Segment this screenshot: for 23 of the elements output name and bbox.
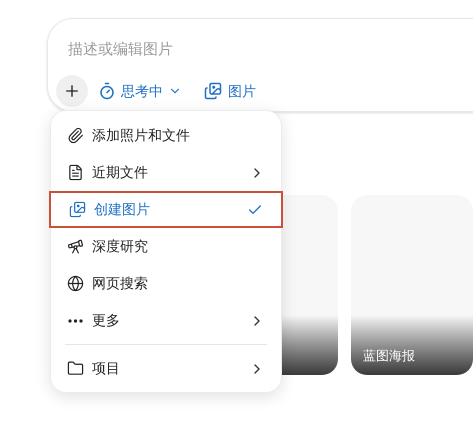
menu-item[interactable]: 添加照片和文件 [51, 117, 281, 154]
add-button[interactable] [56, 75, 88, 107]
plus-icon [63, 82, 81, 100]
images-icon [69, 201, 86, 218]
menu-item[interactable]: 近期文件 [51, 154, 281, 191]
menu-item[interactable]: 更多 [51, 302, 281, 339]
image-tool-button[interactable]: 图片 [204, 80, 256, 102]
menu-item[interactable]: 网页搜索 [51, 265, 281, 302]
card-label: 蓝图海报 [363, 346, 416, 364]
thinking-dropdown[interactable]: 思考中 [98, 80, 182, 102]
timer-icon [98, 82, 116, 100]
folder-icon [67, 360, 84, 377]
menu-item[interactable]: 创建图片 [49, 191, 283, 228]
globe-icon [67, 275, 84, 292]
paperclip-icon [67, 127, 84, 144]
template-card[interactable]: 蓝图海报 [351, 195, 473, 375]
more-icon [68, 318, 83, 322]
prompt-field[interactable]: 描述或编辑图片 [68, 37, 368, 61]
menu-item[interactable]: 深度研究 [51, 228, 281, 265]
menu-item[interactable]: 项目 [51, 350, 281, 387]
document-icon [67, 164, 84, 181]
telescope-icon [67, 238, 84, 255]
images-icon [204, 82, 222, 100]
